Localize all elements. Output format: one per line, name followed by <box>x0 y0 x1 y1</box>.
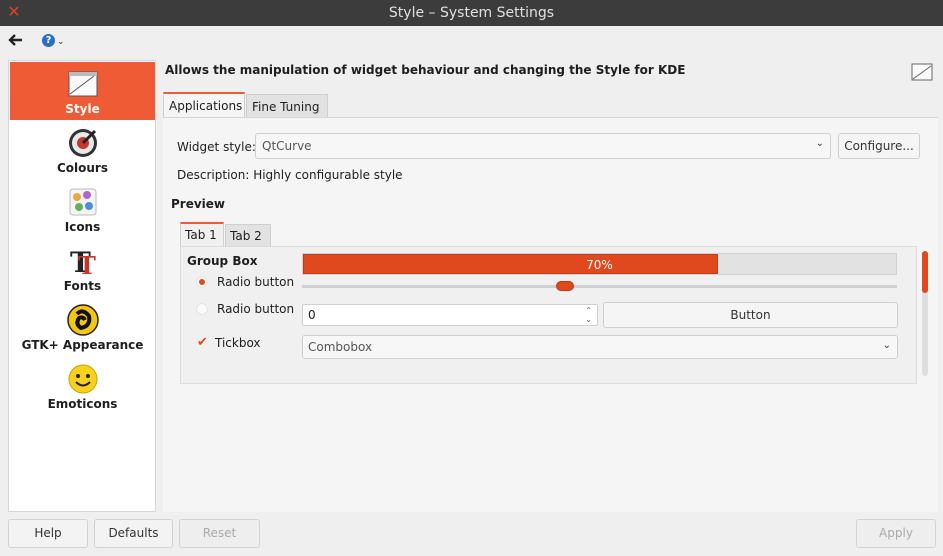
group-box-title: Group Box <box>187 254 258 268</box>
defaults-button[interactable]: Defaults <box>94 519 173 548</box>
progress-text: 70% <box>586 258 613 272</box>
sidebar-item-label: Colours <box>56 161 108 175</box>
widget-style-label: Widget style: <box>177 140 256 154</box>
sidebar-item-colours[interactable]: Colours <box>10 121 155 179</box>
spin-up-icon[interactable]: ⌃ <box>585 306 592 315</box>
widget-style-value: QtCurve <box>262 139 312 153</box>
tickbox-label: Tickbox <box>215 336 261 350</box>
tab-label: Applications <box>169 99 243 113</box>
back-arrow-icon[interactable] <box>8 33 24 47</box>
radio-button-1[interactable] <box>196 276 208 288</box>
radio-label-2: Radio button <box>217 302 295 316</box>
tab-label: Tab 1 <box>185 228 217 242</box>
chevron-down-icon: ⌄ <box>882 340 891 351</box>
help-button[interactable]: Help <box>8 519 88 548</box>
icons-icon <box>67 186 99 218</box>
sidebar: Style Colours Icons T T Fonts GTK+ Appea… <box>8 60 156 512</box>
toolbar: ? ⌄ <box>0 26 943 58</box>
sidebar-item-label: Style <box>65 102 100 116</box>
sidebar-item-label: Emoticons <box>47 397 118 411</box>
preview-scrollbar[interactable] <box>922 251 928 376</box>
button-bar: Help Defaults Reset Apply <box>0 512 943 556</box>
help-icon: ? <box>42 34 55 47</box>
emoticons-icon <box>67 363 99 395</box>
slider-handle[interactable] <box>555 281 574 291</box>
preview-tab-1[interactable]: Tab 1 <box>180 222 224 246</box>
fonts-icon: T T <box>67 245 99 280</box>
widget-style-select[interactable]: QtCurve ⌄ <box>255 133 831 159</box>
spin-down-icon[interactable]: ⌄ <box>585 315 592 324</box>
preview-combobox[interactable]: Combobox ⌄ <box>302 335 898 359</box>
combobox-value: Combobox <box>308 340 373 354</box>
style-icon <box>67 68 99 100</box>
chevron-down-icon: ⌄ <box>57 37 65 47</box>
applications-pane: Widget style: QtCurve ⌄ Configure... Des… <box>163 117 938 512</box>
tab-fine-tuning[interactable]: Fine Tuning <box>246 94 328 118</box>
tickbox-check-icon[interactable]: ✔ <box>197 335 208 350</box>
help-menu-button[interactable]: ? ⌄ <box>40 32 68 50</box>
sidebar-item-label: Fonts <box>63 279 102 293</box>
preview-tab-2[interactable]: Tab 2 <box>225 224 271 246</box>
sidebar-item-style[interactable]: Style <box>10 62 155 120</box>
sidebar-item-label: Icons <box>64 220 101 234</box>
gtk-icon <box>67 304 99 336</box>
progress-bar: 70% <box>302 253 897 275</box>
style-description: Description: Highly configurable style <box>177 168 403 182</box>
main-panel: Allows the manipulation of widget behavi… <box>163 60 938 512</box>
sidebar-item-gtk-appearance[interactable]: GTK+ Appearance <box>10 298 155 356</box>
sidebar-item-emoticons[interactable]: Emoticons <box>10 357 155 415</box>
tab-applications[interactable]: Applications <box>163 92 245 118</box>
radio-label-1: Radio button <box>217 275 295 289</box>
reset-button[interactable]: Reset <box>179 519 260 548</box>
apply-button[interactable]: Apply <box>856 519 936 548</box>
preview-title: Preview <box>171 197 226 211</box>
spin-box[interactable]: 0 ⌃ ⌄ <box>302 304 598 326</box>
svg-text:T: T <box>78 251 96 277</box>
title-bar: ✕ Style – System Settings <box>0 0 943 26</box>
window-title: Style – System Settings <box>388 5 555 21</box>
spin-value: 0 <box>308 308 316 322</box>
sidebar-item-icons[interactable]: Icons <box>10 180 155 238</box>
configure-button[interactable]: Configure... <box>838 133 920 159</box>
preview-button[interactable]: Button <box>603 302 898 328</box>
sidebar-item-fonts[interactable]: T T Fonts <box>10 239 155 297</box>
preview-pane: Group Box 70% Radio button Radio button … <box>180 246 928 384</box>
radio-button-2[interactable] <box>196 303 208 315</box>
scrollbar-thumb[interactable] <box>922 251 928 293</box>
colours-icon <box>67 127 99 159</box>
chevron-down-icon: ⌄ <box>815 138 824 149</box>
sidebar-item-label: GTK+ Appearance <box>21 338 144 352</box>
tab-label: Fine Tuning <box>252 100 320 114</box>
slider-track[interactable] <box>302 285 897 288</box>
style-icon[interactable] <box>911 63 933 81</box>
tab-label: Tab 2 <box>230 229 262 243</box>
page-title: Allows the manipulation of widget behavi… <box>165 63 686 77</box>
